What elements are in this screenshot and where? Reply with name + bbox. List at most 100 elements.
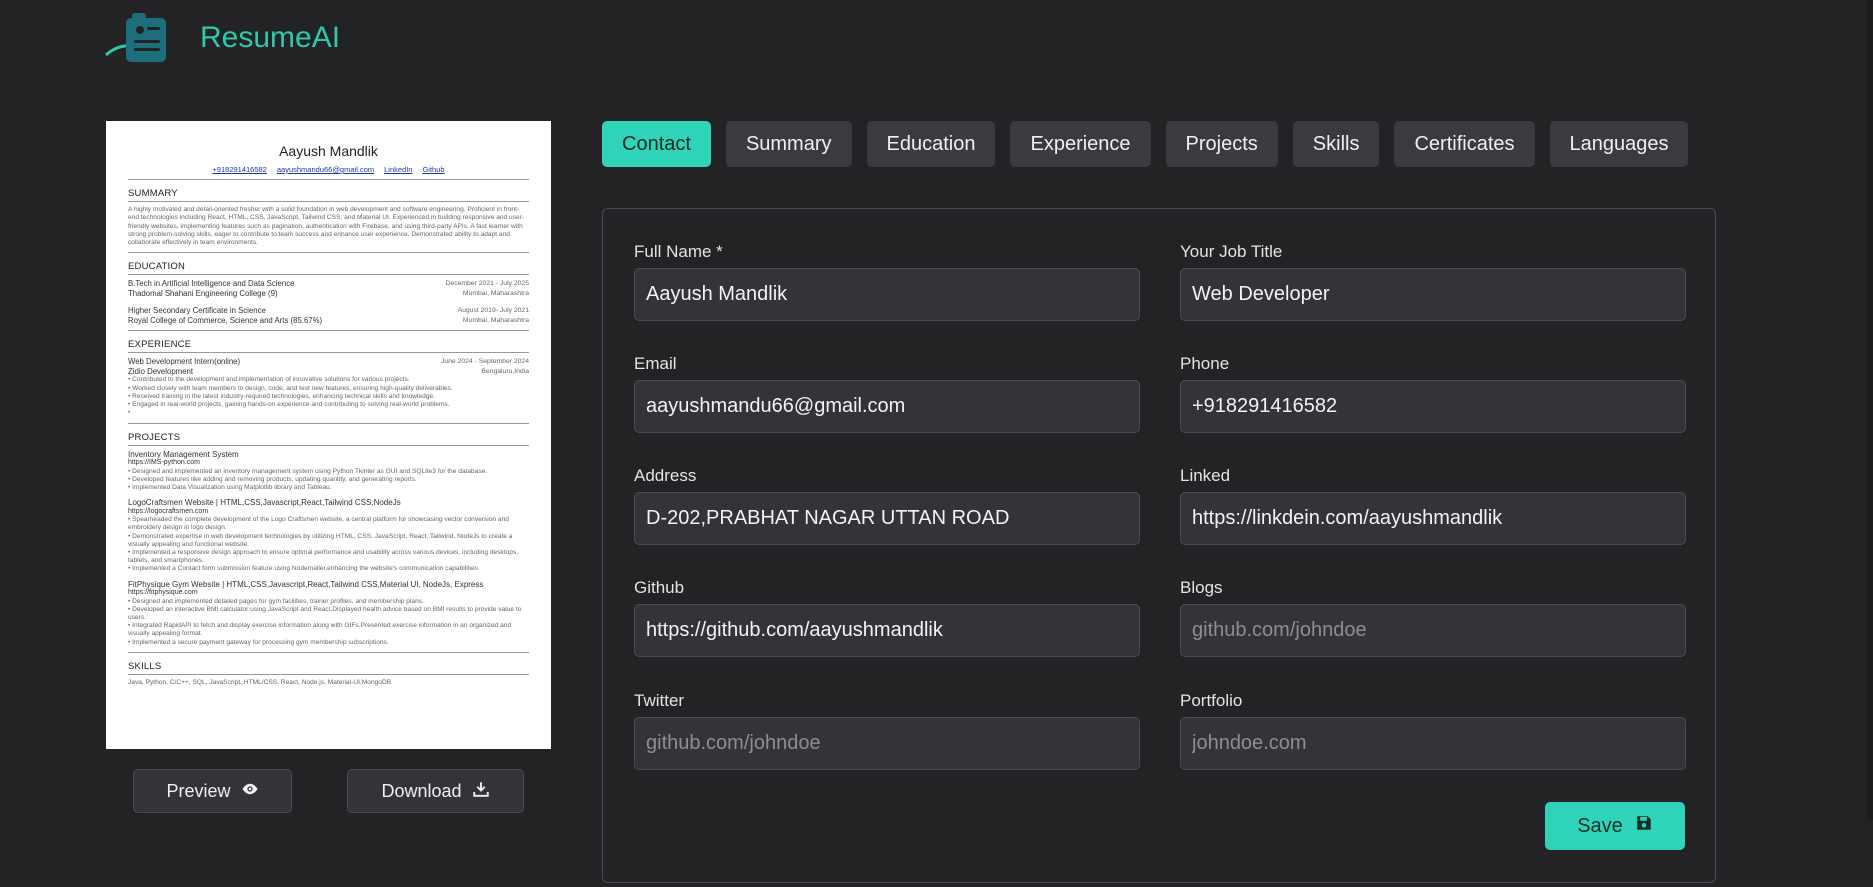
app-header: ResumeAI: [104, 10, 340, 66]
project-link[interactable]: https://fitphysique.com: [128, 589, 529, 598]
portfolio-input[interactable]: [1180, 717, 1686, 770]
project-link[interactable]: https://logocraftsmen.com: [128, 508, 529, 517]
tab-summary[interactable]: Summary: [725, 121, 852, 167]
list-item: Developed an interactive BMI calculator …: [128, 606, 529, 622]
education-row: Royal College of Commerce, Science and A…: [128, 316, 529, 326]
full-name-label: Full Name *: [634, 242, 723, 261]
resume-contacts: +918291416582 aayushmandu66@gmail.com Li…: [128, 165, 529, 174]
resume-email-link[interactable]: aayushmandu66@gmail.com: [277, 165, 374, 174]
email-input[interactable]: [634, 380, 1140, 433]
edu-degree: Higher Secondary Certificate in Science: [128, 306, 266, 316]
edu-dates: December 2021 - July 2025: [445, 280, 530, 288]
edu-school: Royal College of Commerce, Science and A…: [128, 315, 323, 325]
floppy-disk-icon: [1635, 814, 1653, 838]
list-item: Demonstrated expertise in web developmen…: [128, 533, 529, 549]
list-item: Contributed to the development and imple…: [128, 376, 529, 384]
list-item: Implemented a secure payment gateway for…: [128, 639, 529, 647]
list-item: Engaged in real-world projects, gaining …: [128, 401, 529, 409]
save-label: Save: [1577, 814, 1623, 837]
github-label: Github: [634, 578, 685, 597]
list-item: Integrated RapidAPI to fetch and display…: [128, 622, 529, 638]
project-bullets: Spearheaded the complete development of …: [128, 516, 529, 573]
tab-education[interactable]: Education: [866, 121, 996, 167]
exp-location: Bengaluru,India: [481, 367, 529, 375]
divider: [128, 444, 529, 446]
experience-row: Zidio Development Bengaluru,India: [128, 367, 529, 377]
education-row: Thadomal Shahani Engineering College (9)…: [128, 289, 529, 299]
list-item: Worked closely with team members to desi…: [128, 385, 529, 393]
phone-input[interactable]: [1180, 380, 1686, 433]
resume-summary-text: A highly motivated and detail-oriented f…: [128, 206, 525, 247]
education-row: Higher Secondary Certificate in Science A…: [128, 306, 529, 316]
list-item: Received training in the latest industry…: [128, 393, 529, 401]
project-bullets: Designed and implemented an inventory ma…: [128, 468, 529, 493]
github-input[interactable]: [634, 604, 1140, 657]
phone-label: Phone: [1180, 354, 1230, 373]
exp-role: Web Development Intern(online): [128, 357, 241, 367]
edu-degree: B.Tech in Artificial Intelligence and Da…: [128, 279, 295, 289]
divider: [128, 252, 529, 254]
tab-contact[interactable]: Contact: [602, 121, 711, 167]
twitter-input[interactable]: [634, 717, 1140, 770]
address-label: Address: [634, 466, 697, 485]
scrollbar[interactable]: [1867, 0, 1873, 820]
list-item: Implemented a Contact form submission fe…: [128, 565, 529, 573]
resume-skills-text: Java, Python, C/C++, SQL, JavaScript, HT…: [128, 678, 392, 686]
divider: [128, 179, 529, 180]
divider: [128, 422, 529, 424]
tab-projects[interactable]: Projects: [1165, 121, 1278, 167]
list-item: Implemented Data Visualization using Mat…: [128, 484, 529, 492]
tab-languages[interactable]: Languages: [1549, 121, 1689, 167]
resume-skills-heading: SKILLS: [128, 660, 162, 672]
blogs-input[interactable]: [1180, 604, 1686, 657]
resume-linkedin-link[interactable]: LinkedIn: [384, 165, 412, 174]
resume-github-link[interactable]: Github: [422, 165, 444, 174]
resume-phone-link[interactable]: +918291416582: [212, 165, 266, 174]
edu-location: Mumbai, Maharashtra: [462, 316, 529, 324]
project-name: LogoCraftsmen Website | HTML,CSS,Javascr…: [128, 498, 401, 508]
preview-button[interactable]: Preview: [133, 769, 292, 813]
project-bullets: Designed and implemented detailed pages …: [128, 598, 529, 647]
linked-input[interactable]: [1180, 492, 1686, 545]
edu-location: Mumbai, Maharashtra: [462, 289, 529, 297]
exp-company: Zidio Development: [128, 366, 194, 376]
download-button[interactable]: Download: [347, 769, 524, 813]
brand-name[interactable]: ResumeAI: [200, 21, 340, 55]
full-name-input[interactable]: [634, 268, 1140, 321]
divider: [128, 201, 529, 202]
eye-icon: [241, 780, 259, 803]
tab-skills[interactable]: Skills: [1292, 121, 1380, 167]
section-tabs: Contact Summary Education Experience Pro…: [602, 121, 1689, 167]
email-label: Email: [634, 354, 677, 373]
tab-certificates[interactable]: Certificates: [1394, 121, 1535, 167]
job-title-input[interactable]: [1180, 268, 1686, 321]
download-icon: [472, 780, 490, 803]
edu-dates: August 2019- July 2021: [457, 307, 529, 315]
exp-dates: June 2024 - September 2024: [440, 358, 529, 366]
address-input[interactable]: [634, 492, 1140, 545]
list-item: [128, 409, 529, 417]
project-link[interactable]: https://IMS-python.com: [128, 459, 529, 468]
twitter-label: Twitter: [634, 691, 685, 710]
tab-experience[interactable]: Experience: [1010, 121, 1151, 167]
resume-preview: Aayush Mandlik +918291416582 aayushmandu…: [106, 121, 551, 749]
divider: [128, 352, 529, 354]
resume-experience-heading: EXPERIENCE: [128, 339, 192, 351]
job-title-label: Your Job Title: [1180, 242, 1283, 261]
edu-school: Thadomal Shahani Engineering College (9): [128, 288, 278, 298]
linked-label: Linked: [1180, 466, 1231, 485]
divider: [128, 651, 529, 653]
list-item: Developed features like adding and remov…: [128, 476, 529, 484]
download-label: Download: [381, 780, 462, 801]
resume-summary-heading: SUMMARY: [128, 188, 178, 199]
preview-label: Preview: [166, 780, 231, 801]
save-button[interactable]: Save: [1545, 802, 1685, 850]
portfolio-label: Portfolio: [1180, 691, 1243, 710]
project-name: FitPhysique Gym Website | HTML,CSS,Javas…: [128, 579, 484, 589]
list-item: Spearheaded the complete development of …: [128, 516, 529, 532]
project-name: Inventory Management System: [128, 449, 239, 459]
resume-name: Aayush Mandlik: [279, 143, 378, 159]
list-item: Designed and implemented detailed pages …: [128, 598, 529, 606]
resume-logo-icon: [104, 10, 172, 66]
divider: [128, 330, 529, 332]
